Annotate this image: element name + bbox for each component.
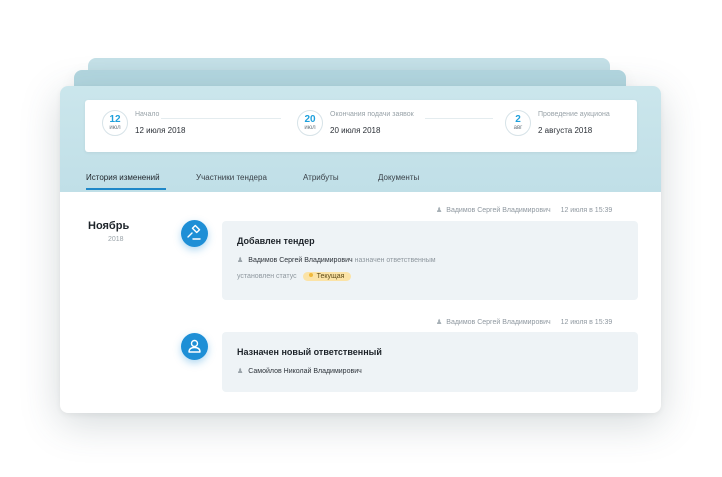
event-author[interactable]: Вадимов Сергей Владимирович <box>446 319 550 326</box>
date-start-day: 12 <box>109 114 121 125</box>
event-assignee-line: ♟ Самойлов Николай Владимирович <box>237 367 362 375</box>
timeline-year: 2018 <box>108 236 124 243</box>
event-meta: ♟ Вадимов Сергей Владимирович 12 июля в 1… <box>436 206 612 214</box>
event-person[interactable]: Вадимов Сергей Владимирович <box>248 257 352 264</box>
event-meta: ♟ Вадимов Сергей Владимирович 12 июля в 1… <box>436 318 612 326</box>
event-author[interactable]: Вадимов Сергей Владимирович <box>446 207 550 214</box>
user-small-icon: ♟ <box>436 319 443 326</box>
event-person[interactable]: Самойлов Николай Владимирович <box>248 368 361 375</box>
event-person-action: назначен ответственным <box>354 257 436 264</box>
tab-history[interactable]: История изменений <box>86 173 160 182</box>
date-auction-day: 2 <box>515 114 521 125</box>
status-badge-label: Текущая <box>316 273 345 280</box>
event-status-line: установлен статус Текущая <box>237 272 352 281</box>
tab-attributes[interactable]: Атрибуты <box>303 173 339 182</box>
event-card: Назначен новый ответственный ♟ Самойлов Н… <box>222 332 638 392</box>
date-connector <box>425 118 493 119</box>
gavel-icon <box>181 220 208 247</box>
user-icon <box>181 333 208 360</box>
active-tab-indicator <box>86 188 166 190</box>
date-start: 12 июл Начало 12 июля 2018 <box>102 110 302 144</box>
event-title: Назначен новый ответственный <box>237 347 382 357</box>
tab-participants[interactable]: Участники тендера <box>196 173 267 182</box>
event-title: Добавлен тендер <box>237 236 315 246</box>
date-connector <box>161 118 281 119</box>
date-deadline-month: июл <box>304 125 316 131</box>
card-header: 12 июл Начало 12 июля 2018 20 июл Оконча… <box>60 86 661 192</box>
user-small-icon: ♟ <box>237 368 244 375</box>
status-dot-icon <box>308 273 313 277</box>
date-deadline-label: Окончания подачи заявок <box>330 111 414 118</box>
user-small-icon: ♟ <box>237 257 244 264</box>
event-time: 12 июля в 15:39 <box>560 207 613 214</box>
date-auction-badge: 2 авг <box>505 110 531 136</box>
date-deadline: 20 июл Окончания подачи заявок 20 июля 2… <box>297 110 497 144</box>
tender-card: 12 июл Начало 12 июля 2018 20 июл Оконча… <box>60 86 661 413</box>
date-start-label: Начало <box>135 111 160 118</box>
event-card: Добавлен тендер ♟ Вадимов Сергей Владимир… <box>222 221 638 300</box>
timeline-month: Ноябрь <box>88 220 130 232</box>
date-auction-label: Проведение аукциона <box>538 111 610 118</box>
event-status-text: установлен статус <box>237 273 297 280</box>
date-auction-month: авг <box>513 125 523 131</box>
date-auction: 2 авг Проведение аукциона 2 августа 2018 <box>505 110 635 144</box>
event-assignee-line: ♟ Вадимов Сергей Владимирович назначен от… <box>237 256 436 264</box>
event-time: 12 июля в 15:39 <box>560 319 613 326</box>
date-deadline-badge: 20 июл <box>297 110 323 136</box>
tab-documents[interactable]: Документы <box>378 173 419 182</box>
date-start-value: 12 июля 2018 <box>135 126 186 135</box>
date-deadline-day: 20 <box>304 114 316 125</box>
date-deadline-value: 20 июля 2018 <box>330 126 381 135</box>
status-badge: Текущая <box>302 272 352 281</box>
dates-panel: 12 июл Начало 12 июля 2018 20 июл Оконча… <box>85 100 637 152</box>
date-start-badge: 12 июл <box>102 110 128 136</box>
date-start-month: июл <box>109 125 121 131</box>
user-small-icon: ♟ <box>436 207 443 214</box>
date-auction-value: 2 августа 2018 <box>538 126 593 135</box>
